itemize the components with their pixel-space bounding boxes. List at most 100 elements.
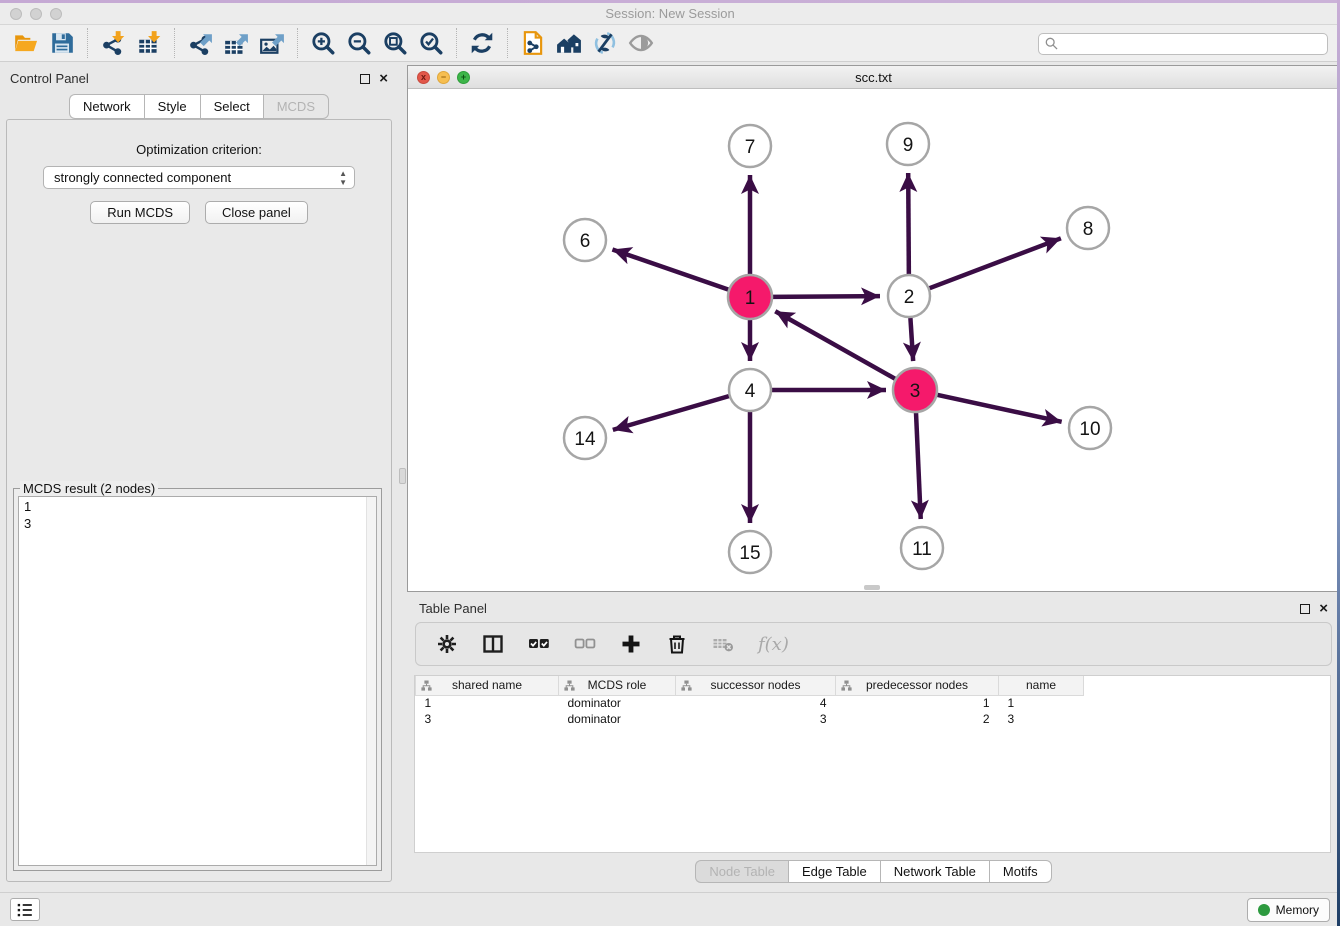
column-header-predecessor-nodes[interactable]: predecessor nodes bbox=[836, 676, 999, 695]
node-10[interactable]: 10 bbox=[1069, 407, 1111, 449]
tab-style[interactable]: Style bbox=[144, 94, 200, 119]
edge-3-11[interactable] bbox=[916, 412, 921, 519]
app-window: Session: New Session Control Panel × Net… bbox=[0, 0, 1340, 926]
edge-2-3[interactable] bbox=[910, 318, 913, 361]
table-cell[interactable]: dominator bbox=[559, 695, 676, 711]
table-cell[interactable]: 4 bbox=[676, 695, 836, 711]
graphics-details-icon[interactable] bbox=[587, 28, 623, 58]
table-cell[interactable]: 3 bbox=[676, 711, 836, 727]
tab-motifs[interactable]: Motifs bbox=[989, 860, 1052, 883]
select-all-icon[interactable] bbox=[528, 633, 550, 655]
edge-3-1[interactable] bbox=[775, 311, 896, 379]
zoom-in-icon[interactable] bbox=[305, 28, 341, 58]
node-6[interactable]: 6 bbox=[564, 219, 606, 261]
zoom-out-icon[interactable] bbox=[341, 28, 377, 58]
desktop-edge-top bbox=[0, 0, 1340, 3]
tab-network-table[interactable]: Network Table bbox=[880, 860, 989, 883]
zoom-fit-icon[interactable] bbox=[377, 28, 413, 58]
node-label: 4 bbox=[745, 381, 756, 402]
export-network-icon[interactable] bbox=[182, 28, 218, 58]
memory-button[interactable]: Memory bbox=[1247, 898, 1330, 922]
table-panel-title: Table Panel bbox=[419, 601, 487, 616]
edge-3-10[interactable] bbox=[936, 395, 1061, 422]
table-cell[interactable]: 1 bbox=[999, 695, 1084, 711]
canvas-hscroll-nub[interactable] bbox=[864, 585, 880, 590]
edge-2-9[interactable] bbox=[908, 173, 909, 274]
column-header-successor-nodes[interactable]: successor nodes bbox=[676, 676, 836, 695]
save-session-icon[interactable] bbox=[44, 28, 80, 58]
close-table-panel-icon[interactable]: × bbox=[1319, 604, 1328, 614]
network-view-canvas[interactable]: 1 2 3 4 6 7 8 9 10 11 14 15 bbox=[408, 89, 1339, 591]
node-15[interactable]: 15 bbox=[729, 531, 771, 573]
import-network-icon[interactable] bbox=[95, 28, 131, 58]
table-row[interactable]: 3dominator323 bbox=[416, 711, 1084, 727]
refresh-icon[interactable] bbox=[464, 28, 500, 58]
run-mcds-button[interactable]: Run MCDS bbox=[90, 201, 190, 224]
float-panel-icon[interactable] bbox=[360, 74, 370, 84]
table-cell[interactable]: 1 bbox=[416, 695, 559, 711]
table-row[interactable]: 1dominator411 bbox=[416, 695, 1084, 711]
network-window-titlebar[interactable]: scc.txt x − + bbox=[408, 66, 1339, 89]
node-1[interactable]: 1 bbox=[728, 275, 772, 319]
network-close-button[interactable]: x bbox=[417, 71, 430, 84]
export-image-icon[interactable] bbox=[254, 28, 290, 58]
edge-2-8[interactable] bbox=[930, 238, 1061, 288]
edge-4-14[interactable] bbox=[613, 396, 729, 430]
task-history-button[interactable] bbox=[10, 898, 40, 921]
split-panel-icon[interactable] bbox=[482, 633, 504, 655]
close-panel-icon[interactable]: × bbox=[379, 74, 388, 84]
search-box bbox=[1038, 33, 1328, 55]
table-cell[interactable]: 3 bbox=[999, 711, 1084, 727]
mcds-result-text[interactable]: 13 bbox=[18, 496, 377, 866]
network-maximize-button[interactable]: + bbox=[457, 71, 470, 84]
table-cell[interactable]: 3 bbox=[416, 711, 559, 727]
mcds-result-scrollbar[interactable] bbox=[366, 497, 376, 865]
network-file-icon[interactable] bbox=[515, 28, 551, 58]
edge-1-6[interactable] bbox=[612, 249, 729, 289]
function-builder-icon: f(x) bbox=[758, 634, 789, 655]
splitter-handle[interactable] bbox=[399, 468, 406, 484]
main-toolbar bbox=[0, 25, 1340, 62]
search-input[interactable] bbox=[1038, 33, 1328, 55]
add-row-icon[interactable] bbox=[620, 633, 642, 655]
table-cell[interactable]: 2 bbox=[836, 711, 999, 727]
delete-row-icon[interactable] bbox=[666, 633, 688, 655]
node-8[interactable]: 8 bbox=[1067, 207, 1109, 249]
combo-arrows-icon: ▲▼ bbox=[339, 169, 347, 187]
node-7[interactable]: 7 bbox=[729, 125, 771, 167]
node-2[interactable]: 2 bbox=[888, 275, 930, 317]
node-3[interactable]: 3 bbox=[893, 368, 937, 412]
float-table-panel-icon[interactable] bbox=[1300, 604, 1310, 614]
table-cell[interactable]: dominator bbox=[559, 711, 676, 727]
node-label: 1 bbox=[745, 288, 756, 309]
panel-splitter[interactable] bbox=[399, 65, 407, 888]
tab-select[interactable]: Select bbox=[200, 94, 263, 119]
network-minimize-button[interactable]: − bbox=[437, 71, 450, 84]
unselect-all-icon[interactable] bbox=[574, 633, 596, 655]
node-label: 7 bbox=[745, 137, 756, 158]
toolbar-separator bbox=[297, 28, 298, 58]
column-header-name[interactable]: name bbox=[999, 676, 1084, 695]
column-header-MCDS-role[interactable]: MCDS role bbox=[559, 676, 676, 695]
tab-mcds[interactable]: MCDS bbox=[263, 94, 329, 119]
node-9[interactable]: 9 bbox=[887, 123, 929, 165]
table-tabs: Node TableEdge TableNetwork TableMotifs bbox=[407, 860, 1340, 883]
column-header-shared-name[interactable]: shared name bbox=[416, 676, 559, 695]
table-cell[interactable]: 1 bbox=[836, 695, 999, 711]
optimization-criterion-select[interactable]: strongly connected component ▲▼ bbox=[43, 166, 355, 189]
node-14[interactable]: 14 bbox=[564, 417, 606, 459]
zoom-selected-icon[interactable] bbox=[413, 28, 449, 58]
import-table-icon[interactable] bbox=[131, 28, 167, 58]
edge-1-2[interactable] bbox=[772, 296, 880, 297]
home-icon[interactable] bbox=[551, 28, 587, 58]
node-4[interactable]: 4 bbox=[729, 369, 771, 411]
gear-icon[interactable] bbox=[436, 633, 458, 655]
export-table-icon[interactable] bbox=[218, 28, 254, 58]
tab-node-table[interactable]: Node Table bbox=[695, 860, 788, 883]
node-11[interactable]: 11 bbox=[901, 527, 943, 569]
tab-edge-table[interactable]: Edge Table bbox=[788, 860, 880, 883]
tab-network[interactable]: Network bbox=[69, 94, 144, 119]
optimization-criterion-label: Optimization criterion: bbox=[7, 142, 391, 157]
open-file-icon[interactable] bbox=[8, 28, 44, 58]
close-panel-button[interactable]: Close panel bbox=[205, 201, 308, 224]
